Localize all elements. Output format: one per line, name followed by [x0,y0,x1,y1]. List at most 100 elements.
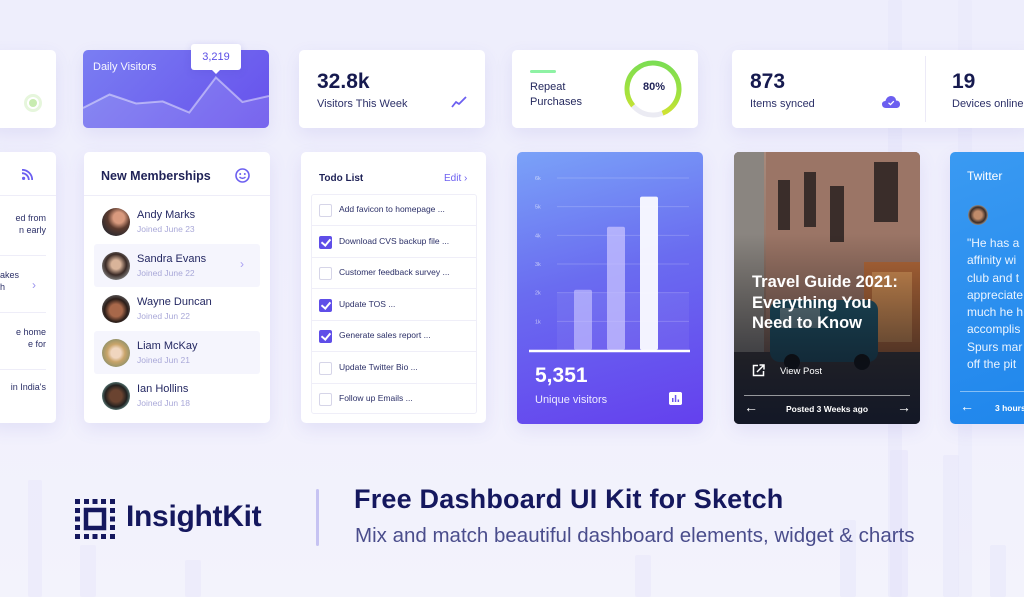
y-tick-label: 6k [535,176,541,182]
chevron-right-icon[interactable]: › [32,278,36,292]
bar[interactable] [574,289,592,350]
repeat-purchases-label: Repeat Purchases [530,80,582,110]
todo-checkbox[interactable] [319,298,332,312]
member-name: Sandra Evans [137,253,207,265]
news-item-line: h [0,282,6,292]
chevron-right-icon[interactable]: › [240,257,244,271]
news-item-line: e home [15,327,46,337]
todo-text: Add favicon to homepage ... [339,204,445,214]
bar[interactable] [607,226,625,350]
y-tick-label: 5k [535,205,541,211]
brand-name: InsightKit [126,500,262,533]
sync-stats-card[interactable]: 873 Items synced 19 Devices online [732,50,1024,128]
member-row[interactable]: Andy Marks Joined June 23 [94,200,260,243]
member-row[interactable]: Sandra Evans Joined June 22 › [94,244,260,287]
todo-text: Follow up Emails ... [339,393,413,403]
todo-list-card: Todo List Edit › Add favicon to homepage… [301,152,486,423]
todo-checkbox[interactable] [319,267,332,280]
avatar [102,339,130,367]
member-name: Wayne Duncan [137,296,212,308]
todo-edit-button[interactable]: Edit › [444,173,467,184]
news-item-line: e for [27,339,46,349]
member-row[interactable]: Liam McKay Joined Jun 21 [94,331,260,374]
background-bar [185,560,201,597]
todo-checkbox[interactable] [319,393,332,406]
member-name: Andy Marks [137,209,196,221]
tweet-time: 3 hours ago [995,403,1024,413]
news-feed-card: ed from n early akes h › e home e for in… [0,152,56,423]
twitter-divider [960,391,1024,392]
todo-item[interactable]: Download CVS backup file ... [312,227,476,258]
news-divider [0,369,46,370]
visitors-week-card[interactable]: 32.8k Visitors This Week [299,50,485,128]
unique-visitors-value: 5,351 [535,364,588,387]
devices-online-label: Devices online [952,98,1024,110]
posted-time: Posted 3 Weeks ago [785,404,869,414]
todo-text: Download CVS backup file ... [339,235,450,246]
new-memberships-card: New Memberships Andy Marks Joined June 2… [84,152,270,423]
travel-post-card[interactable]: Travel Guide 2021: Everything You Need t… [734,152,920,424]
repeat-purchases-label-line2: Purchases [530,96,582,108]
todo-checkbox[interactable] [319,330,332,343]
sparkline-area [83,77,269,128]
todo-checkbox[interactable] [319,235,332,249]
news-item[interactable]: e home e for [0,326,46,350]
todo-item[interactable]: Customer feedback survey ... [312,258,476,289]
repeat-purchases-percent: 80% [642,81,666,93]
bar[interactable] [640,196,658,350]
twitter-card[interactable]: Twitter "He has a affinity wi club and t… [950,152,1024,424]
news-item[interactable]: in India's [0,381,46,393]
member-joined-date: Joined Jun 21 [137,355,190,365]
insightkit-logo-icon [75,499,115,539]
member-name: Ian Hollins [137,383,189,395]
edit-label: Edit [444,173,462,184]
smiley-icon[interactable] [235,168,250,183]
external-link-icon [752,364,765,377]
devices-online-value: 19 [952,70,976,93]
visitors-week-label: Visitors This Week [317,98,408,110]
repeat-purchases-card[interactable]: Repeat Purchases 80% [512,50,698,128]
avatar [102,252,130,280]
todo-item[interactable]: Add favicon to homepage ... [312,195,476,226]
member-joined-date: Joined Jun 22 [137,311,190,321]
chevron-right-icon: › [464,173,468,184]
background-bar [635,555,651,597]
background-bar [80,545,96,597]
todo-item[interactable]: Follow up Emails ... [312,384,476,415]
member-row[interactable]: Ian Hollins Joined Jun 18 [94,374,260,417]
repeat-purchases-label-line1: Repeat [530,81,566,93]
todo-item[interactable]: Generate sales report ... [312,321,476,352]
news-item[interactable]: ed from n early [0,212,46,236]
y-tick-label: 2k [535,291,541,297]
items-synced-label: Items synced [750,98,815,110]
brand-divider [316,489,319,546]
background-bar [943,455,959,597]
y-tick-label: 1k [535,319,541,325]
todo-item[interactable]: Update Twitter Bio ... [312,353,476,384]
news-item-line: ed from [15,213,46,223]
accent-line [530,70,556,73]
todo-item[interactable]: Update TOS ... [312,290,476,321]
arrow-left-icon[interactable]: ← [960,398,974,414]
background-bar [990,545,1006,597]
y-tick-label: 4k [535,233,541,239]
daily-visitors-sparkline [83,75,269,128]
visitors-week-value: 32.8k [317,70,370,93]
arrow-right-icon[interactable]: → [897,399,911,415]
avatar [102,208,130,236]
news-item[interactable]: akes h [0,269,28,293]
items-synced-value: 873 [750,70,786,93]
rss-icon[interactable] [22,169,33,180]
todo-checkbox[interactable] [319,204,332,217]
status-indicator-icon [24,94,42,112]
daily-visitors-card[interactable]: Daily Visitors 3,219 [83,44,269,128]
view-post-link[interactable]: View Post [780,366,822,377]
unique-visitors-card[interactable]: 1k 2k 3k 4k 5k 6k 5,351 Unique visitors [517,152,703,424]
member-row[interactable]: Wayne Duncan Joined Jun 22 [94,287,260,330]
member-name: Liam McKay [137,340,198,352]
todo-checkbox[interactable] [319,361,332,375]
todo-list: Add favicon to homepage ... Download CVS… [311,194,477,414]
tagline: Mix and match beautiful dashboard elemen… [355,524,915,547]
todo-title: Todo List [319,173,364,184]
news-item-line: akes [0,270,20,280]
